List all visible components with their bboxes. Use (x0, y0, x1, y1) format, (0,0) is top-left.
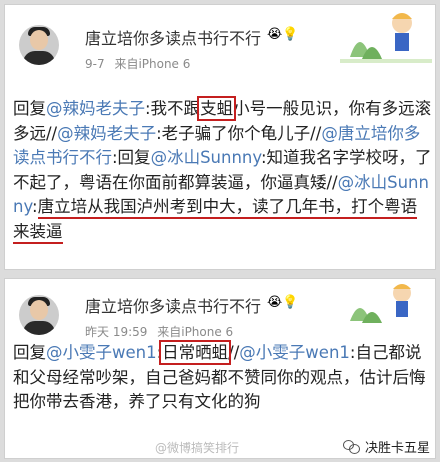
account-badge: 决胜卡五星 (338, 435, 434, 458)
body-text: // (228, 343, 240, 362)
mention-link[interactable]: @小雯子wen1 (46, 343, 157, 362)
body-text: 回复 (13, 343, 46, 362)
body-text: 回复 (13, 99, 46, 118)
post-body: 回复@小雯子wen1:日常晒蛆//@小雯子wen1:自己都说和父母经常吵架，自己… (13, 340, 433, 415)
post-meta: 昨天 19:59 来自iPhone 6 (85, 323, 233, 340)
body-text: :我不跟 (145, 99, 201, 118)
mention-link[interactable]: @辣妈老夫子 (46, 99, 145, 118)
avatar[interactable] (19, 25, 59, 65)
post-body: 回复@辣妈老夫子:我不跟支蛆小号一般见识，你有多远滚多远//@辣妈老夫子:老子骗… (13, 96, 433, 245)
highlighted-word: 支蛆 (197, 96, 237, 121)
post-meta: 9-7 来自iPhone 6 (85, 55, 190, 72)
timestamp: 昨天 19:59 (85, 325, 148, 339)
account-name: 决胜卡五星 (364, 441, 430, 456)
watermark: @微博搞笑排行 (155, 441, 240, 455)
mention-link[interactable]: @冰山Sunnny (151, 148, 261, 167)
source-label: 来自iPhone 6 (114, 57, 191, 71)
badge-emoji-icon: 😭💡 (267, 295, 299, 310)
weibo-post-1: 唐立培你多读点书行不行 😭💡 9-7 来自iPhone 6 回复@辣妈老夫子:我… (4, 4, 436, 270)
timestamp: 9-7 (85, 57, 105, 71)
wechat-icon (342, 439, 361, 454)
badge-emoji-icon: 😭💡 (267, 27, 299, 42)
body-text: : (32, 197, 38, 217)
source-label: 来自iPhone 6 (157, 325, 234, 339)
mention-link[interactable]: @辣妈老夫子 (57, 124, 156, 143)
decor-illustration-icon (350, 284, 411, 323)
mention-link[interactable]: @小雯子wen1 (239, 343, 350, 362)
highlighted-word: 日常晒蛆 (159, 340, 232, 365)
underlined-text: 唐立培从我国泸州考到中大，读了几年书，打个粤语来装逼 (13, 197, 418, 244)
body-text: :老子骗了你个龟儿子// (156, 123, 322, 143)
body-text: :回复 (112, 148, 151, 168)
weibo-post-2: 唐立培你多读点书行不行 😭💡 昨天 19:59 来自iPhone 6 回复@小雯… (4, 278, 436, 459)
author-name[interactable]: 唐立培你多读点书行不行 (85, 25, 261, 49)
author-name[interactable]: 唐立培你多读点书行不行 (85, 293, 261, 317)
avatar[interactable] (19, 295, 59, 335)
decor-illustration-icon (340, 13, 432, 63)
